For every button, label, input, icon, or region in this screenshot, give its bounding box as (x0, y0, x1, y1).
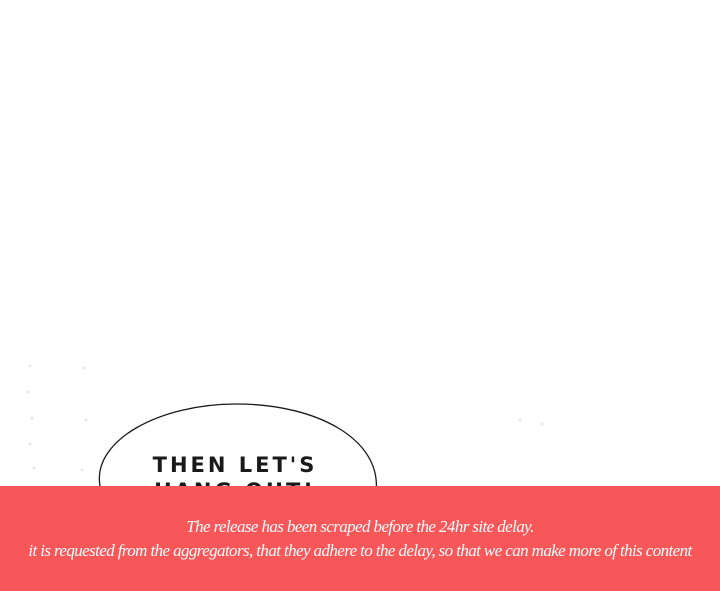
comic-page: THEN LET'S HANG OUT! The release has bee… (0, 0, 720, 591)
scrape-notice-banner: The release has been scraped before the … (0, 486, 720, 591)
notice-line-1: The release has been scraped before the … (186, 517, 534, 536)
notice-line-2: it is requested from the aggregators, th… (28, 541, 692, 560)
